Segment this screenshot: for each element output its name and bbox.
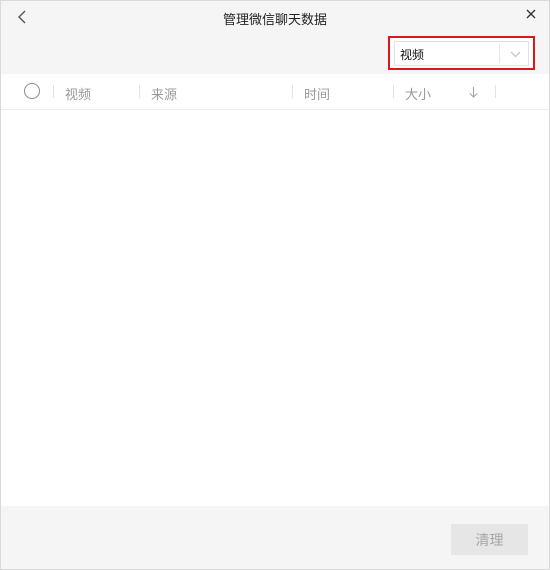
column-header-source[interactable]: 来源 [151, 84, 177, 103]
close-icon [526, 9, 536, 19]
clear-button[interactable]: 清理 [451, 524, 528, 555]
table-header: 视频 来源 时间 大小 [1, 74, 549, 110]
column-separator [393, 85, 394, 98]
file-list-panel: 视频 来源 时间 大小 [1, 74, 549, 506]
select-all-checkbox[interactable] [24, 83, 40, 99]
filter-highlight-box: 视频 [388, 36, 535, 70]
window-title: 管理微信聊天数据 [222, 13, 327, 28]
media-type-dropdown[interactable]: 视频 [394, 41, 529, 66]
media-type-selected: 视频 [400, 48, 425, 62]
column-header-video[interactable]: 视频 [65, 84, 91, 103]
chevron-down-icon[interactable] [508, 47, 522, 61]
column-separator [139, 85, 140, 98]
column-separator [53, 85, 54, 98]
title-bar: 管理微信聊天数据 [1, 1, 549, 33]
column-separator [292, 85, 293, 98]
manage-chat-data-window: 管理微信聊天数据 视频 视频 来源 时间 大小 清理 [0, 0, 550, 570]
footer-bar: 清理 [1, 506, 549, 569]
dropdown-divider [499, 44, 500, 63]
close-button[interactable] [521, 4, 541, 24]
column-header-time[interactable]: 时间 [304, 84, 330, 103]
column-header-size[interactable]: 大小 [405, 84, 431, 103]
column-separator [495, 85, 496, 98]
arrow-down-icon[interactable] [467, 85, 479, 99]
